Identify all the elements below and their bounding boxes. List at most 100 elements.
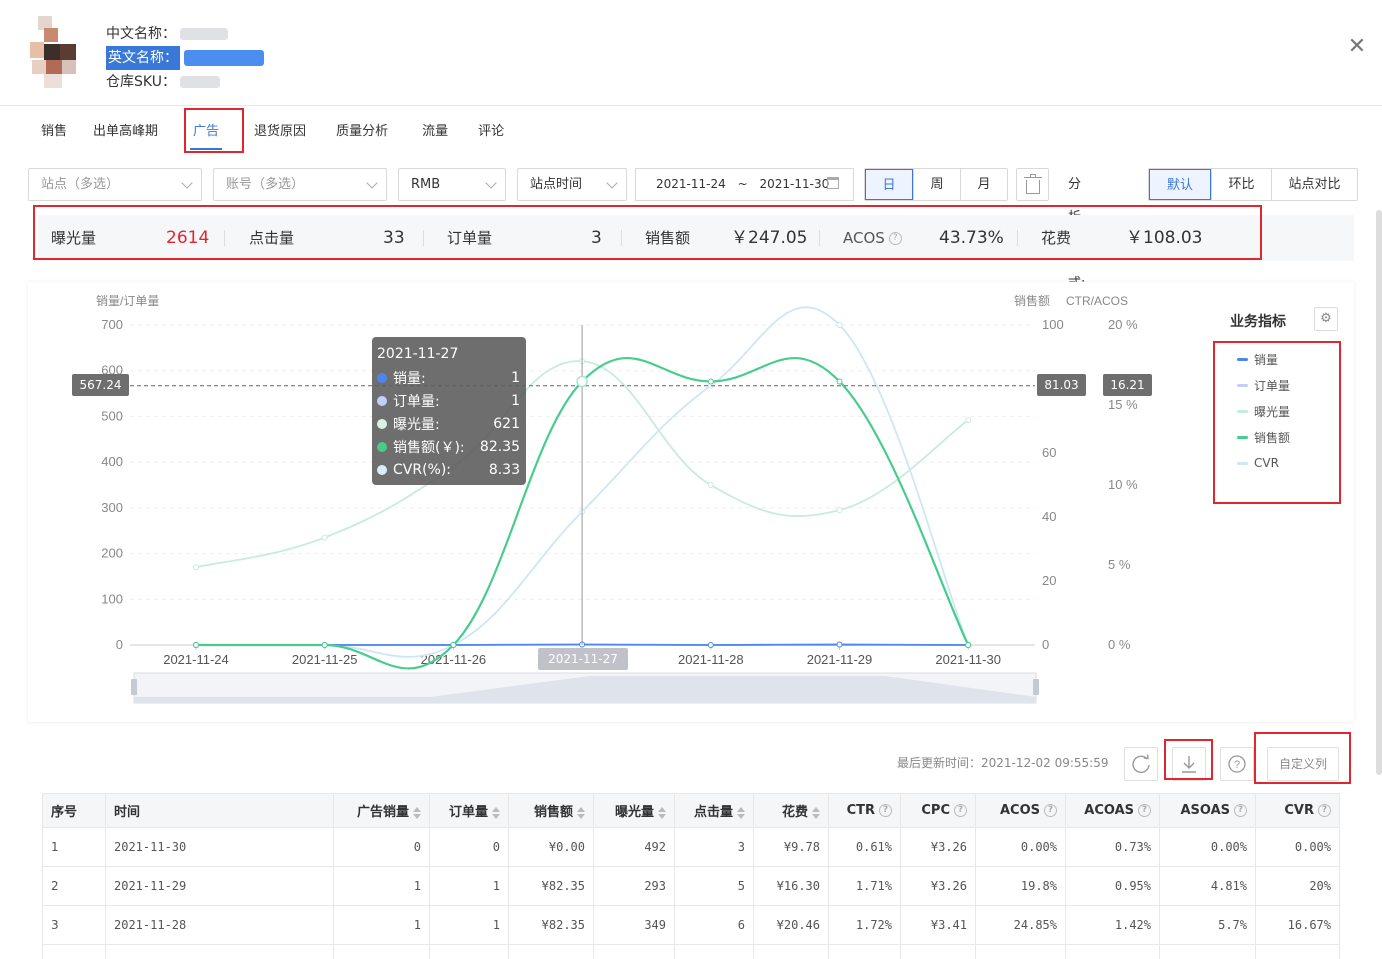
tooltip-row: CVR(%): 8.33 <box>377 458 520 481</box>
col-acos: ACOS? <box>975 793 1066 828</box>
highlight-box-legend <box>1213 341 1341 504</box>
table-cell: 1.9% <box>1065 944 1160 959</box>
table-cell: ¥16.30 <box>753 866 829 906</box>
crosshair-x-label: 2021-11-27 <box>538 648 628 670</box>
table-row[interactable]: 42021-11-2711¥82.3562112¥39.421.93%¥3.21… <box>42 944 1340 959</box>
table-cell: 5 <box>674 866 754 906</box>
y-tick-mid: 20 <box>1042 573 1056 588</box>
zoom-handle-left <box>131 679 137 695</box>
table-cell: ¥39.42 <box>753 944 829 959</box>
data-point <box>965 417 972 424</box>
col-cpc: CPC? <box>900 793 976 828</box>
table-cell: 0.61% <box>828 827 901 867</box>
trend-chart[interactable]: 销量/订单量 销售额 CTR/ACOS70060050040030020010001… <box>0 0 1382 740</box>
x-tick-label: 2021-11-30 <box>935 652 1001 667</box>
table-cell: 492 <box>593 827 675 867</box>
table-cell: 24.85% <box>975 905 1066 945</box>
table-cell: 0.00% <box>1255 827 1340 867</box>
highlight-box-download <box>1164 739 1213 780</box>
y-tick-left: 100 <box>101 591 123 606</box>
refresh-icon[interactable] <box>1124 747 1158 781</box>
data-point <box>193 564 199 571</box>
col-orders[interactable]: 订单量 <box>429 793 509 828</box>
table-cell: ¥20.46 <box>753 905 829 945</box>
table-header-row: 序号 时间 广告销量 订单量 销售额 曝光量 点击量 花费 CTR? CPC? … <box>42 793 1340 828</box>
table-cell: ¥3.26 <box>900 866 976 906</box>
tooltip-row: 曝光量: 621 <box>377 412 520 435</box>
y-tick-right: 15 % <box>1108 397 1138 412</box>
table-cell: 1 <box>42 827 106 867</box>
scrollbar[interactable] <box>1376 210 1382 775</box>
tooltip-title: 2021-11-27 <box>377 346 459 362</box>
col-date: 时间 <box>105 793 334 828</box>
table-cell: 349 <box>593 905 675 945</box>
table-cell: 6 <box>674 905 754 945</box>
last-updated: 最后更新时间：2021-12-02 09:55:59 <box>897 756 1109 770</box>
x-tick-label: 2021-11-25 <box>292 652 358 667</box>
data-point <box>836 322 843 328</box>
data-point <box>707 482 714 488</box>
x-tick-label: 2021-11-29 <box>807 652 873 667</box>
col-acoas: ACOAS? <box>1065 793 1160 828</box>
tooltip-row: 销量: 1 <box>377 366 520 389</box>
axis-label: CTR/ACOS <box>1066 294 1128 308</box>
sort-icon <box>737 806 745 819</box>
data-point <box>193 642 199 648</box>
table-cell: 4.81% <box>1159 866 1256 906</box>
legend-title: 业务指标 <box>1230 314 1286 330</box>
table-cell: 1.93% <box>828 944 901 959</box>
col-ad-sales[interactable]: 广告销量 <box>333 793 430 828</box>
y-tick-right: 20 % <box>1108 317 1138 332</box>
table-cell: 0 <box>429 827 509 867</box>
data-point <box>321 534 328 541</box>
tooltip-row: 订单量: 1 <box>377 389 520 412</box>
table-cell: ¥82.35 <box>508 866 594 906</box>
y-tick-left: 700 <box>101 317 123 332</box>
axis-label: 销量/订单量 <box>96 294 159 308</box>
table-cell: 5.7% <box>1159 905 1256 945</box>
col-asoas: ASOAS? <box>1159 793 1256 828</box>
y-tick-right: 5 % <box>1108 557 1131 572</box>
table-cell: 1 <box>429 866 509 906</box>
table-cell: 1.72% <box>828 905 901 945</box>
help-icon[interactable]: ? <box>1220 747 1254 781</box>
table-cell: 46.74% <box>975 944 1066 959</box>
col-revenue[interactable]: 销售额 <box>508 793 594 828</box>
col-clicks[interactable]: 点击量 <box>674 793 754 828</box>
table-cell: 0.95% <box>1065 866 1160 906</box>
ads-table: 序号 时间 广告销量 订单量 销售额 曝光量 点击量 花费 CTR? CPC? … <box>42 793 1340 959</box>
crosshair-left-value: 567.24 <box>72 374 129 396</box>
col-ctr: CTR? <box>828 793 901 828</box>
y-tick-mid: 40 <box>1042 509 1056 524</box>
table-cell: 20% <box>1255 866 1340 906</box>
svg-text:?: ? <box>1234 759 1240 771</box>
y-tick-right: 10 % <box>1108 477 1138 492</box>
table-cell: 1 <box>333 905 430 945</box>
col-impressions[interactable]: 曝光量 <box>593 793 675 828</box>
y-tick-mid: 60 <box>1042 445 1056 460</box>
table-cell: 1.71% <box>828 866 901 906</box>
table-cell: 1.42% <box>1065 905 1160 945</box>
table-cell: ¥9.78 <box>753 827 829 867</box>
data-point <box>321 642 328 648</box>
table-row[interactable]: 2 2021-11-29 1 1 ¥82.35 293 5 ¥16.30 1.71% ¥3.26 1… <box>42 866 1340 906</box>
sort-icon <box>413 806 421 819</box>
gear-icon[interactable]: ⚙ <box>1314 307 1338 331</box>
table-cell: 1 <box>333 866 430 906</box>
table-cell: 16.67% <box>1255 905 1340 945</box>
data-point <box>965 642 972 648</box>
y-tick-left: 300 <box>101 500 123 515</box>
crosshair-mid-value: 81.03 <box>1037 374 1086 396</box>
sort-icon <box>577 806 585 819</box>
highlight-point <box>576 375 588 388</box>
sort-icon <box>492 806 500 819</box>
table-cell: 0.00% <box>975 827 1066 867</box>
table-row[interactable]: 3 2021-11-28 1 1 ¥82.35 349 6 ¥20.46 1.72% ¥3.41 2… <box>42 905 1340 945</box>
table-cell: 2.95% <box>1159 944 1256 959</box>
table-cell: 2021-11-30 <box>105 827 334 867</box>
data-point <box>836 378 843 385</box>
col-spend[interactable]: 花费 <box>753 793 829 828</box>
table-cell: 621 <box>593 944 675 959</box>
table-row[interactable]: 1 2021-11-30 0 0 ¥0.00 492 3 ¥9.78 0.61% ¥3.26 0.0… <box>42 827 1340 867</box>
chart-tooltip: 2021-11-27 销量: 1 订单量: 1 曝光量: 621 销售额(￥): 82.… <box>372 337 526 485</box>
